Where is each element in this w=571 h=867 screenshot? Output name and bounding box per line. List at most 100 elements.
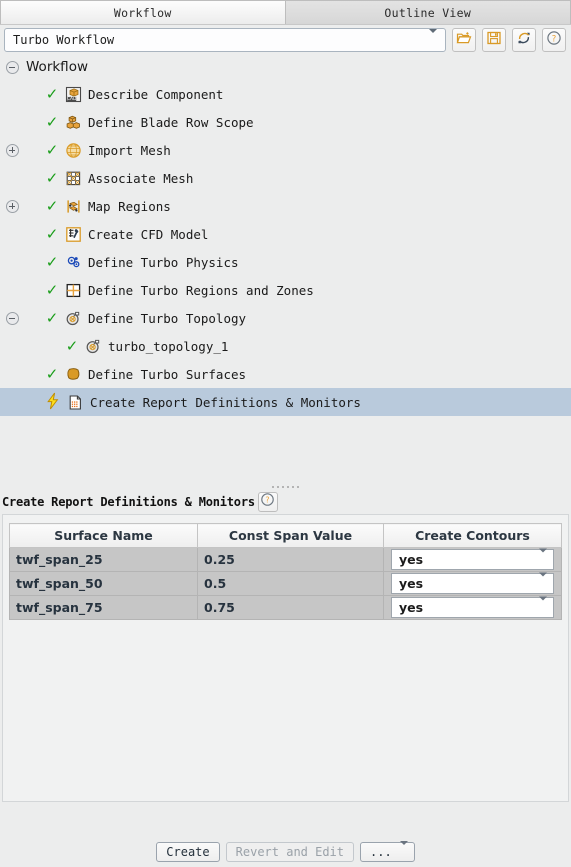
save-workflow-button[interactable] <box>482 27 506 52</box>
boxes-icon <box>62 113 84 131</box>
cell-const-span-value[interactable]: 0.5 <box>197 571 384 596</box>
open-workflow-button[interactable] <box>452 27 476 52</box>
task-help-button[interactable]: ? <box>257 491 278 512</box>
expand-toggle-import-mesh[interactable] <box>2 136 22 164</box>
status-check-icon: ✓ <box>45 196 59 215</box>
create-contours-select[interactable]: yes <box>391 596 554 618</box>
collapse-toggle-root[interactable] <box>2 54 22 81</box>
create-button[interactable]: Create <box>156 842 220 862</box>
tree-item-turbo-topology-1[interactable]: ✓ turbo_topology_1 <box>0 332 571 360</box>
toggle-placeholder <box>22 80 42 108</box>
svg-text:CAD: CAD <box>66 96 76 102</box>
tree-item-label: Describe Component <box>88 86 224 102</box>
tree-item-label: Define Blade Row Scope <box>88 114 254 130</box>
reset-workflow-button[interactable] <box>512 27 536 52</box>
toggle-placeholder <box>2 332 22 360</box>
workflow-tree: Workflow ✓ CAD Describe Component ✓ Defi… <box>0 54 571 482</box>
tree-item-label: Map Regions <box>88 198 171 214</box>
toggle-placeholder <box>22 108 42 136</box>
tab-outline-view[interactable]: Outline View <box>285 0 571 24</box>
more-options-button[interactable]: ... <box>360 841 415 862</box>
column-header-create-contours[interactable]: Create Contours <box>383 523 562 548</box>
panel-splitter[interactable] <box>0 482 571 492</box>
toggle-placeholder <box>2 360 22 388</box>
table-header-row: Surface Name Const Span Value Create Con… <box>9 523 562 548</box>
status-check-icon: ✓ <box>45 364 59 383</box>
help-circle-icon: ? <box>546 30 562 50</box>
cell-create-contours: yes <box>383 571 562 596</box>
expand-toggle-map-regions[interactable] <box>2 192 22 220</box>
toggle-placeholder <box>22 136 42 164</box>
tree-item-describe-component[interactable]: ✓ CAD Describe Component <box>0 80 571 108</box>
status-check-icon: ✓ <box>45 280 59 299</box>
create-contours-select[interactable]: yes <box>391 548 554 570</box>
tree-item-label: turbo_topology_1 <box>108 338 229 354</box>
chevron-down-icon <box>539 572 547 591</box>
task-title: Create Report Definitions & Monitors <box>2 494 255 509</box>
toggle-placeholder <box>22 164 42 192</box>
cell-surface-name[interactable]: twf_span_75 <box>9 595 198 620</box>
splitter-grip-icon <box>272 486 299 488</box>
cell-const-span-value[interactable]: 0.75 <box>197 595 384 620</box>
status-check-icon: ✓ <box>65 336 79 355</box>
toggle-placeholder <box>22 248 42 276</box>
tab-bar: Workflow Outline View <box>0 0 571 24</box>
chevron-down-icon <box>539 596 547 615</box>
report-doc-icon <box>64 393 86 411</box>
tree-item-create-report-definitions-monitors[interactable]: Create Report Definitions & Monitors <box>0 388 571 416</box>
status-check-icon: ✓ <box>45 168 59 187</box>
tree-item-define-turbo-topology[interactable]: ✓ Define Turbo Topology <box>0 304 571 332</box>
task-footer: Create Revert and Edit ... <box>0 837 571 867</box>
column-header-const-span-value[interactable]: Const Span Value <box>197 523 384 548</box>
cell-surface-name[interactable]: twf_span_50 <box>9 571 198 596</box>
toggle-placeholder <box>2 80 22 108</box>
tree-item-define-turbo-surfaces[interactable]: ✓ Define Turbo Surfaces <box>0 360 571 388</box>
toggle-placeholder <box>2 388 22 416</box>
toggle-placeholder <box>2 248 22 276</box>
collapse-toggle-turbo-topology[interactable] <box>2 304 22 332</box>
mesh-sphere-icon <box>62 141 84 159</box>
report-definitions-table: Surface Name Const Span Value Create Con… <box>9 523 562 620</box>
cell-surface-name[interactable]: twf_span_25 <box>9 547 198 572</box>
toggle-placeholder <box>2 220 22 248</box>
cell-const-span-value[interactable]: 0.25 <box>197 547 384 572</box>
tree-item-create-cfd-model[interactable]: ✓ Create CFD Model <box>0 220 571 248</box>
refresh-icon <box>516 30 532 50</box>
tree-item-label: Define Turbo Surfaces <box>88 366 247 382</box>
workflow-toolbar: Turbo Workflow ? <box>0 24 571 54</box>
create-contours-value: yes <box>399 600 424 615</box>
tree-item-define-turbo-physics[interactable]: ✓ Define Turbo Physics <box>0 248 571 276</box>
revert-and-edit-button[interactable]: Revert and Edit <box>225 842 355 862</box>
tree-item-label: Define Turbo Topology <box>88 310 247 326</box>
status-check-icon: ✓ <box>45 252 59 271</box>
toggle-placeholder <box>22 332 42 360</box>
tree-root-label: Workflow <box>26 59 88 75</box>
cfd-model-icon <box>62 225 84 243</box>
folder-open-icon <box>456 30 472 50</box>
tree-item-import-mesh[interactable]: ✓ Import Mesh <box>0 136 571 164</box>
table-row[interactable]: twf_span_25 0.25 yes <box>9 547 562 572</box>
physics-icon <box>62 253 84 271</box>
toggle-placeholder <box>2 276 22 304</box>
more-options-label: ... <box>370 845 392 859</box>
table-row[interactable]: twf_span_50 0.5 yes <box>9 571 562 596</box>
topology-icon <box>62 309 84 327</box>
column-header-surface-name[interactable]: Surface Name <box>9 523 198 548</box>
tab-workflow-label: Workflow <box>113 5 172 20</box>
table-row[interactable]: twf_span_75 0.75 yes <box>9 595 562 620</box>
tree-item-associate-mesh[interactable]: ✓ Associate Mesh <box>0 164 571 192</box>
tab-workflow[interactable]: Workflow <box>0 0 286 24</box>
regions-zones-icon <box>62 281 84 299</box>
topology-icon <box>82 337 104 355</box>
grid-mesh-icon <box>62 169 84 187</box>
tree-item-map-regions[interactable]: ✓ Map Regions <box>0 192 571 220</box>
tree-root-workflow[interactable]: Workflow <box>0 54 571 80</box>
workflow-select[interactable]: Turbo Workflow <box>4 27 446 52</box>
status-check-icon: ✓ <box>45 308 59 327</box>
tree-item-define-blade-row-scope[interactable]: ✓ Define Blade Row Scope <box>0 108 571 136</box>
help-circle-icon: ? <box>260 492 275 511</box>
help-button[interactable]: ? <box>542 27 566 52</box>
tree-item-define-turbo-regions-and-zones[interactable]: ✓ Define Turbo Regions and Zones <box>0 276 571 304</box>
create-contours-select[interactable]: yes <box>391 572 554 594</box>
tab-outline-view-label: Outline View <box>384 5 472 20</box>
